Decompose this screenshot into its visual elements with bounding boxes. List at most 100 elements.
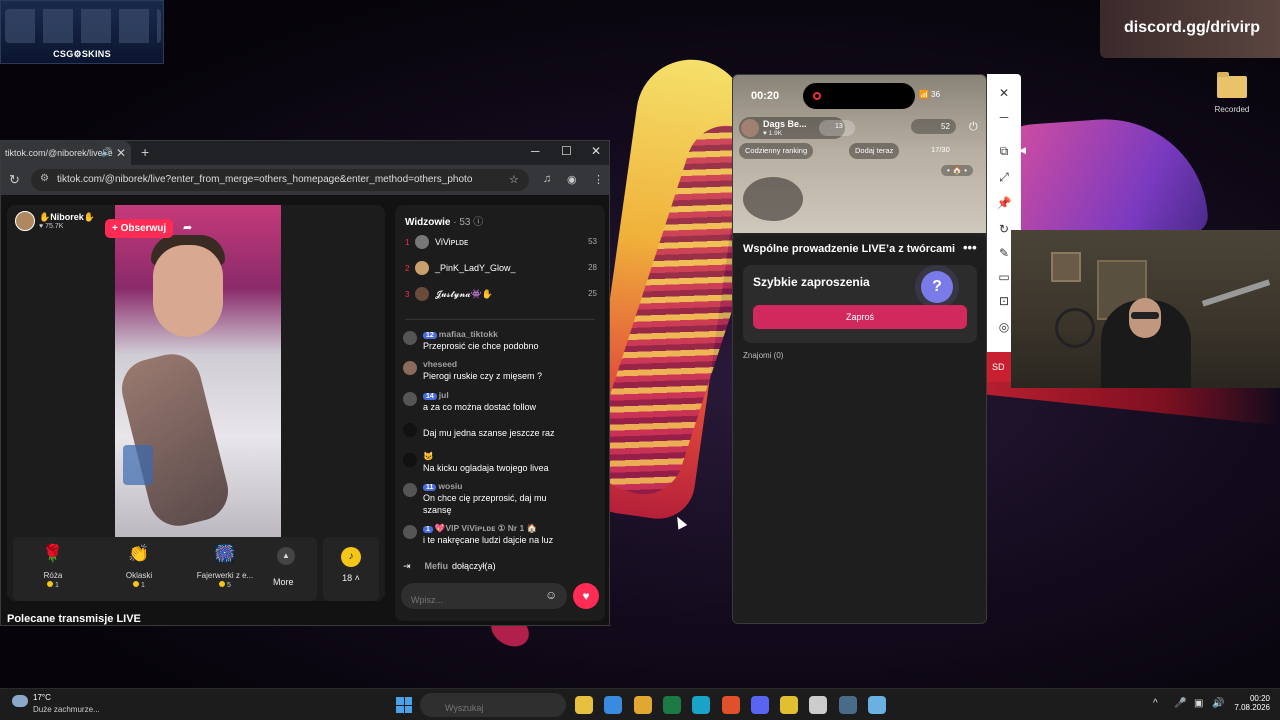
chrome-icon[interactable] [780,696,799,714]
question-icon: ? [921,271,953,303]
avatar[interactable] [403,525,417,539]
join-icon: ⇥ [403,561,411,571]
chevron-up-icon[interactable]: ^ [1153,698,1158,709]
site-info-icon[interactable]: ⚙ [40,173,49,184]
webcam-background [1055,308,1095,348]
maximize-icon[interactable]: ☐ [561,144,572,158]
video-person [115,347,235,533]
profile-icon[interactable]: ◉ [567,173,577,186]
coins-balance: 18 ˄ [342,573,360,583]
daily-ranking-pill[interactable]: Codzienny ranking [739,143,814,159]
friends-count[interactable]: Znajomi (0) [743,351,783,360]
start-button[interactable] [396,697,412,713]
expand-icon[interactable]: ⤢ [995,170,1013,185]
desktop-folder-recorded[interactable]: Recorded [1212,72,1252,114]
gift-item[interactable]: 👏 Oklaski 1 [99,543,179,589]
csgo-logo: CSG⚙SKINS [53,49,111,59]
avatar[interactable] [403,392,417,406]
phone-camera-scene [743,177,803,221]
file-explorer-icon[interactable] [575,696,593,714]
screenshot-icon[interactable]: ⧉ [995,144,1013,159]
avatar[interactable] [403,331,417,345]
folder-icon[interactable] [633,696,652,714]
streamer-name[interactable]: ✋Niborek✋ [39,212,95,223]
edge-icon[interactable] [692,696,711,714]
windows-logo-icon [404,705,412,713]
brave-icon[interactable] [721,696,740,714]
host-info[interactable]: Dags Be... ♥ 1.9K 13 [739,117,855,139]
avatar[interactable] [403,423,417,437]
gift-price: 1 [99,581,179,589]
taskbar-search[interactable] [420,693,566,717]
avatar[interactable] [403,361,417,375]
avatar[interactable] [403,483,417,497]
excel-icon[interactable] [662,696,681,714]
network-icon[interactable]: ▣ [1194,698,1203,709]
emoji-icon[interactable]: ☺ [545,588,557,602]
more-options-icon[interactable]: ••• [963,240,977,255]
video-person [123,445,153,485]
clock-date: 7.08.2026 [1234,703,1270,712]
sd-label: SD [987,352,1011,382]
microphone-icon[interactable]: 🎤 [1174,698,1186,709]
reload-icon[interactable]: ↻ [9,172,20,188]
share-icon[interactable]: ➦ [183,221,192,234]
speaker-icon[interactable]: 🔊 [101,147,112,158]
like-heart-button[interactable]: ♥ [573,583,599,609]
viewers-count: · 53 ⓘ [453,217,484,228]
opera-icon[interactable] [809,696,828,714]
chevron-left-icon[interactable]: ◀ [1019,145,1026,156]
new-tab-button[interactable]: + [141,144,149,160]
clock[interactable]: 00:20 7.08.2026 [1230,694,1270,712]
close-window-icon[interactable]: ✕ [591,144,601,158]
coin-icon [219,581,226,587]
viewers-heading[interactable]: Widzowie · 53 ⓘ [405,213,483,228]
host-likes: ♥ 1.9K [763,130,783,137]
coin-icon [47,581,54,587]
add-now-pill[interactable]: Dodaj teraz [849,143,900,159]
media-control-icon[interactable]: ♫ [543,173,551,185]
app-icon[interactable] [868,696,886,714]
live-video-panel: ✋Niborek✋ ♥ 75.7K + Obserwuj ➦ 🌹 Róża 1 … [7,205,385,601]
live-video[interactable] [115,205,281,537]
close-tab-icon[interactable]: ✕ [116,146,126,160]
power-icon[interactable]: ⏻ [969,121,978,134]
folder-icon [1217,72,1247,98]
invite-button[interactable]: Zaproś [753,305,967,329]
top-viewer-row[interactable]: 1 ViViᴘʟᴅᴇ 53 [405,235,597,253]
store-icon[interactable] [604,696,623,714]
host-badge: 13 [819,120,855,136]
divider [405,319,595,320]
pin-icon[interactable]: 📌 [995,196,1013,210]
follow-button[interactable]: + Obserwuj [105,219,174,238]
browser-window: tiktok.com/@niborek/live?e 🔊 ✕ + ─ ☐ ✕ ↻… [0,140,610,626]
top-viewer-row[interactable]: 2 _PinK_LadY_Glow_ 28 [405,261,597,279]
bookmark-star-icon[interactable]: ☆ [509,173,519,186]
avatar[interactable] [403,453,417,467]
steam-icon[interactable] [838,696,857,714]
minimize-icon[interactable]: ─ [531,144,540,158]
desktop-wallpaper: CSG⚙SKINS discord.gg/drivirp Recorded ti… [0,0,1280,688]
chat-input[interactable] [401,583,567,609]
quick-invites-title: Szybkie zaproszenia [753,275,870,289]
avatar[interactable] [15,211,35,231]
phone-viewers-count[interactable]: 52 [911,119,956,134]
chevron-up-icon[interactable]: ▲ [277,547,295,565]
url-field[interactable]: ⚙ tiktok.com/@niborek/live?enter_from_me… [31,169,529,191]
top-viewer-row[interactable]: 3 𝓙𝓾𝓼𝓽𝔂𝓷𝓪👾✋ 25 [405,287,597,305]
coins-button[interactable]: ♪ 18 ˄ [323,537,379,601]
gift-item[interactable]: 🌹 Róża 1 [13,543,93,589]
minimize-icon[interactable]: ─ [995,110,1013,124]
browser-tab[interactable]: tiktok.com/@niborek/live?e 🔊 ✕ [1,141,131,165]
discord-link: discord.gg/drivirp [1124,19,1261,36]
webcam-mic-arm [1201,279,1271,307]
more-gifts-button[interactable]: More [273,577,294,587]
phone-mirror-window: 00:20 📶 36 Dags Be... ♥ 1.9K 13 52 ⏻ Cod… [732,74,987,624]
phone-mini-controls[interactable]: • 🏠 • [941,165,974,176]
gift-item[interactable]: 🎆 Fajerwerki z e... 5 [185,543,265,589]
goal-counter: 17/30 [931,145,950,154]
menu-icon[interactable]: ⋮ [593,173,604,186]
close-icon[interactable]: ✕ [995,86,1013,100]
speaker-icon[interactable]: 🔊 [1212,698,1224,709]
discord-icon[interactable] [750,696,769,714]
